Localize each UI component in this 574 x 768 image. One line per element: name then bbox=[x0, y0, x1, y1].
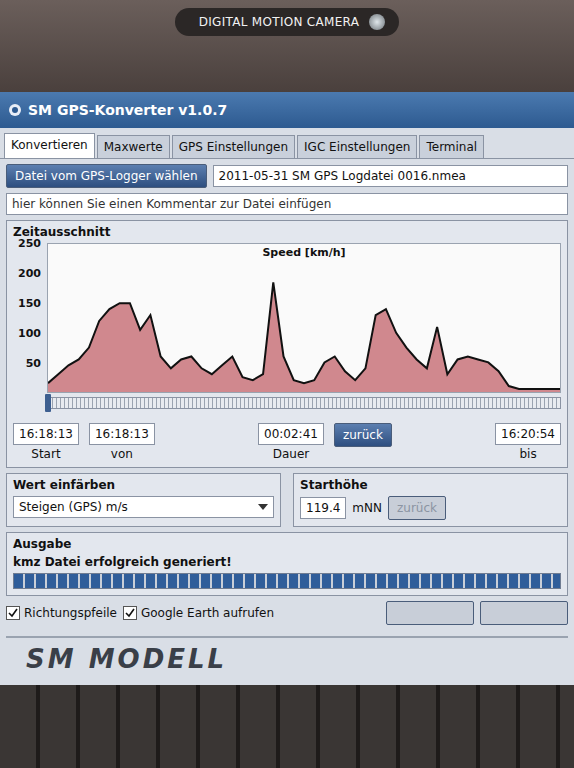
start-height-input[interactable]: 119.4 bbox=[300, 497, 346, 519]
camera-lens-icon bbox=[369, 14, 385, 30]
output-group: Ausgabekmz Datei erfolgreich generiert! bbox=[6, 532, 568, 596]
options-row: Richtungspfeile Google Earth aufrufen bbox=[0, 601, 574, 625]
group-title: Zeitausschnitt bbox=[13, 225, 561, 239]
time-field: 16:18:13von bbox=[89, 423, 155, 461]
keyboard bbox=[0, 685, 574, 768]
settings-row: Wert einfärbenSteigen (GPS) m/sStarthöhe… bbox=[0, 473, 574, 527]
speed-chart: 25020015010050Speed [km/h] bbox=[13, 243, 561, 393]
speed-series bbox=[48, 244, 560, 392]
start-height-row: 119.4mNNzurück bbox=[300, 496, 561, 520]
tab[interactable]: Terminal bbox=[419, 135, 484, 158]
action-button[interactable] bbox=[386, 601, 474, 625]
y-tick: 200 bbox=[18, 267, 41, 280]
laptop-bezel: DIGITAL MOTION CAMERA bbox=[0, 0, 574, 92]
time-input[interactable]: 16:20:54 bbox=[495, 423, 561, 445]
photo-frame: DIGITAL MOTION CAMERA SM GPS-Konverter v1… bbox=[0, 0, 574, 768]
choose-file-button[interactable]: Datei vom GPS-Logger wählen bbox=[6, 164, 207, 188]
y-tick: 100 bbox=[18, 327, 41, 340]
tab[interactable]: Konvertieren bbox=[4, 133, 95, 158]
camera-label: DIGITAL MOTION CAMERA bbox=[175, 8, 400, 36]
app-icon bbox=[8, 103, 22, 117]
time-input[interactable]: 00:02:41 bbox=[258, 423, 324, 445]
title-bar: SM GPS-Konverter v1.0.7 bbox=[0, 92, 574, 128]
y-tick: 250 bbox=[18, 237, 41, 250]
check-icon bbox=[8, 608, 18, 618]
file-row: Datei vom GPS-Logger wählen 2011-05-31 SM… bbox=[0, 164, 574, 188]
time-input[interactable]: 16:18:13 bbox=[89, 423, 155, 445]
slider-thumb[interactable] bbox=[45, 394, 51, 412]
time-row: 16:18:13Start 16:18:13von 00:02:41Dauer zur… bbox=[13, 423, 561, 461]
tab[interactable]: IGC Einstellungen bbox=[297, 135, 417, 158]
y-tick: 150 bbox=[18, 297, 41, 310]
chart-title: Speed [km/h] bbox=[48, 246, 560, 259]
comment-field[interactable]: hier können Sie einen Kommentar zur Date… bbox=[6, 193, 568, 215]
option-checkbox[interactable]: Richtungspfeile bbox=[6, 606, 117, 620]
time-slider[interactable] bbox=[47, 397, 561, 409]
time-field: 00:02:41Dauer bbox=[258, 423, 324, 461]
time-field: 16:18:13Start bbox=[13, 423, 79, 461]
file-field[interactable]: 2011-05-31 SM GPS Logdatei 0016.nmea bbox=[213, 165, 568, 187]
check-icon bbox=[125, 608, 135, 618]
zeitausschnitt-group: Zeitausschnitt250 200 150 100 50 Speed [km/h]… bbox=[6, 220, 568, 468]
option-checkbox[interactable]: Google Earth aufrufen bbox=[123, 606, 274, 620]
start-height-group: Starthöhe119.4mNNzurück bbox=[293, 473, 568, 527]
action-button[interactable] bbox=[480, 601, 568, 625]
plot-area: Speed [km/h] bbox=[47, 243, 561, 393]
tab[interactable]: GPS Einstellungen bbox=[172, 135, 295, 158]
time-input[interactable]: 16:18:13 bbox=[13, 423, 79, 445]
brand-logo: SM MODELL bbox=[6, 636, 568, 680]
output-message: kmz Datei erfolgreich generiert! bbox=[13, 555, 561, 569]
tab[interactable]: Maxwerte bbox=[97, 135, 170, 158]
back-button[interactable]: zurück bbox=[334, 423, 392, 447]
color-dropdown[interactable]: Steigen (GPS) m/s bbox=[13, 496, 274, 518]
y-tick: 50 bbox=[26, 357, 41, 370]
time-field: 16:20:54bis bbox=[495, 423, 561, 461]
comment-row: hier können Sie einen Kommentar zur Date… bbox=[0, 193, 574, 215]
tab-bar: KonvertierenMaxwerteGPS EinstellungenIGC… bbox=[0, 133, 574, 159]
progress-bar bbox=[13, 573, 561, 589]
reset-height-button[interactable]: zurück bbox=[388, 496, 446, 520]
color-group: Wert einfärbenSteigen (GPS) m/s bbox=[6, 473, 281, 527]
y-axis: 25020015010050 bbox=[13, 243, 43, 393]
app-window: SM GPS-Konverter v1.0.7 KonvertierenMaxwe… bbox=[0, 92, 574, 768]
dropdown-arrow-icon bbox=[258, 504, 268, 510]
